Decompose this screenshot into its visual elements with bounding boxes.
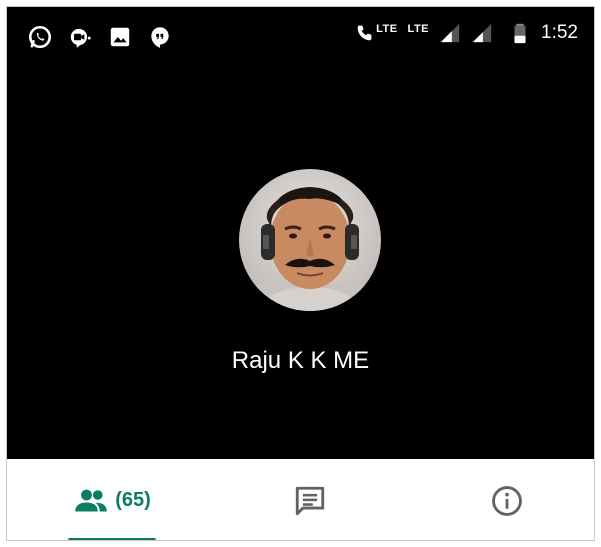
volte-label: LTE: [376, 23, 398, 35]
participants-count: (65): [115, 489, 151, 511]
system-status: LTE LTE 1:52: [354, 21, 578, 45]
call-screen: LTE LTE 1:52 Raju K K ME: [7, 7, 594, 459]
chat-icon: [295, 486, 325, 515]
signal-strength-icon: [440, 23, 460, 43]
whatsapp-icon: [28, 25, 52, 49]
volte-call-indicator: LTE: [354, 22, 397, 44]
battery-icon: [514, 23, 526, 44]
tab-bar: (65): [7, 459, 594, 540]
tab-info[interactable]: [462, 459, 552, 540]
info-icon: [492, 485, 522, 516]
hangouts-icon: [151, 27, 169, 48]
tab-participants[interactable]: (65): [47, 459, 177, 540]
tab-chat[interactable]: [265, 459, 355, 540]
hangouts-video-icon: [70, 28, 91, 48]
network-type-label: LTE: [407, 23, 430, 35]
app-frame: LTE LTE 1:52 Raju K K ME (65): [6, 6, 595, 541]
avatar: [239, 169, 381, 311]
notification-icons: [27, 24, 173, 50]
active-tab-indicator: [68, 538, 156, 540]
status-bar: LTE LTE 1:52: [7, 7, 594, 65]
contact-photo: [239, 169, 381, 311]
image-icon: [110, 27, 130, 47]
contact-name: Raju K K ME: [231, 347, 370, 374]
signal-strength-sim2-icon: [472, 23, 492, 43]
clock: 1:52: [541, 22, 578, 43]
phone-icon: [357, 25, 372, 41]
people-icon: [75, 489, 107, 511]
